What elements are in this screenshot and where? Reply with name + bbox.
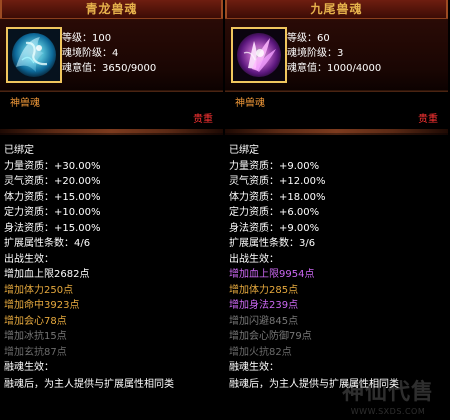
soul-value: 魂意值：3650/9000 xyxy=(62,63,157,74)
soul-type: 神兽魂 xyxy=(10,98,40,109)
focus-stat: 定力资质：+10.00% xyxy=(4,207,101,218)
spirit-stat: 灵气资质：+20.00% xyxy=(4,176,101,187)
fusion-effect-text: 融魂后，为主人提供与扩展属性相同类 xyxy=(4,378,174,390)
azure-dragon-soul-icon[interactable] xyxy=(6,27,62,83)
summary-divider xyxy=(0,90,223,91)
watermark-url: WWW.SXDS.COM xyxy=(350,407,426,416)
battle-effect-line: 增加会心78点 xyxy=(4,315,67,327)
title-left-ornament xyxy=(0,0,2,18)
battle-effect-line: 增加会心防御79点 xyxy=(229,331,312,342)
soul-type-area: 神兽魂 贵重 xyxy=(225,92,448,129)
panel-title: 九尾兽魂 xyxy=(225,0,448,19)
battle-effect-line: 增加火抗82点 xyxy=(229,346,292,358)
nine-tailed-fox-soul-panel: 九尾兽魂 等级：60 魂境阶级：3 魂意值：1000/4000 神兽魂 贵重 已… xyxy=(225,0,448,420)
bound-status: 已绑定 xyxy=(4,145,34,156)
fusion-effect-header: 融魂生效： xyxy=(4,362,54,373)
soul-info: 等级：100 魂境阶级：4 魂意值：3650/9000 xyxy=(62,31,212,76)
extra-attribute-count: 扩展属性条数：4/6 xyxy=(4,238,91,249)
stamina-stat: 体力资质：+18.00% xyxy=(229,191,326,203)
soul-summary: 等级：100 魂境阶级：4 魂意值：3650/9000 xyxy=(0,19,223,92)
battle-effect-line: 增加冰抗15点 xyxy=(4,331,67,342)
battle-effect-line: 增加命中3923点 xyxy=(4,300,80,311)
soul-value: 魂意值：1000/4000 xyxy=(287,63,382,74)
focus-stat: 定力资质：+6.00% xyxy=(229,207,320,218)
soul-details: 已绑定 力量资质：+30.00% 灵气资质：+20.00% 体力资质：+15.0… xyxy=(0,135,223,392)
soul-details: 已绑定 力量资质：+9.00% 灵气资质：+12.00% 体力资质：+18.00… xyxy=(225,135,448,392)
strength-stat: 力量资质：+30.00% xyxy=(4,160,101,172)
panel-title: 青龙兽魂 xyxy=(0,0,223,19)
soul-level: 等级：100 xyxy=(62,33,112,44)
battle-effect-line: 增加闪避845点 xyxy=(229,315,299,327)
rarity-badge: 贵重 xyxy=(193,114,213,125)
soul-tier: 魂境阶级：3 xyxy=(287,48,344,59)
rarity-badge: 贵重 xyxy=(418,114,438,125)
azure-dragon-soul-icon-art xyxy=(8,29,60,81)
nine-tailed-fox-soul-icon-art xyxy=(233,29,285,81)
strength-stat: 力量资质：+9.00% xyxy=(229,160,320,172)
azure-dragon-soul-panel: 青龙兽魂 等级：100 魂境阶级：4 魂意值：3650/9000 神兽魂 贵重 … xyxy=(0,0,223,420)
stamina-stat: 体力资质：+15.00% xyxy=(4,191,101,203)
summary-divider xyxy=(225,90,448,91)
battle-effect-header: 出战生效： xyxy=(4,253,54,265)
battle-effect-line: 增加血上限2682点 xyxy=(4,269,90,280)
soul-type-area: 神兽魂 贵重 xyxy=(0,92,223,129)
beast-soul-compare-screen: 青龙兽魂 等级：100 魂境阶级：4 魂意值：3650/9000 神兽魂 贵重 … xyxy=(0,0,450,420)
soul-level: 等级：60 xyxy=(287,33,330,44)
title-left-ornament xyxy=(225,0,227,18)
battle-effect-line: 增加身法239点 xyxy=(229,300,299,311)
soul-type: 神兽魂 xyxy=(235,98,265,109)
battle-effect-line: 增加体力285点 xyxy=(229,284,299,296)
battle-effect-line: 增加体力250点 xyxy=(4,284,74,296)
fusion-effect-text: 融魂后，为主人提供与扩展属性相同类 xyxy=(229,378,399,390)
soul-info: 等级：60 魂境阶级：3 魂意值：1000/4000 xyxy=(287,31,437,76)
title-right-ornament xyxy=(221,0,223,18)
battle-effect-line: 增加血上限9954点 xyxy=(229,269,315,280)
battle-effect-header: 出战生效： xyxy=(229,253,279,265)
soul-summary: 等级：60 魂境阶级：3 魂意值：1000/4000 xyxy=(225,19,448,92)
extra-attribute-count: 扩展属性条数：3/6 xyxy=(229,238,316,249)
fusion-effect-header: 融魂生效： xyxy=(229,362,279,373)
bound-status: 已绑定 xyxy=(229,145,259,156)
spirit-stat: 灵气资质：+12.00% xyxy=(229,176,326,187)
battle-effect-line: 增加玄抗87点 xyxy=(4,346,67,358)
soul-tier: 魂境阶级：4 xyxy=(62,48,119,59)
title-right-ornament xyxy=(446,0,448,18)
agility-stat: 身法资质：+15.00% xyxy=(4,222,101,234)
nine-tailed-fox-soul-icon[interactable] xyxy=(231,27,287,83)
agility-stat: 身法资质：+9.00% xyxy=(229,222,320,234)
